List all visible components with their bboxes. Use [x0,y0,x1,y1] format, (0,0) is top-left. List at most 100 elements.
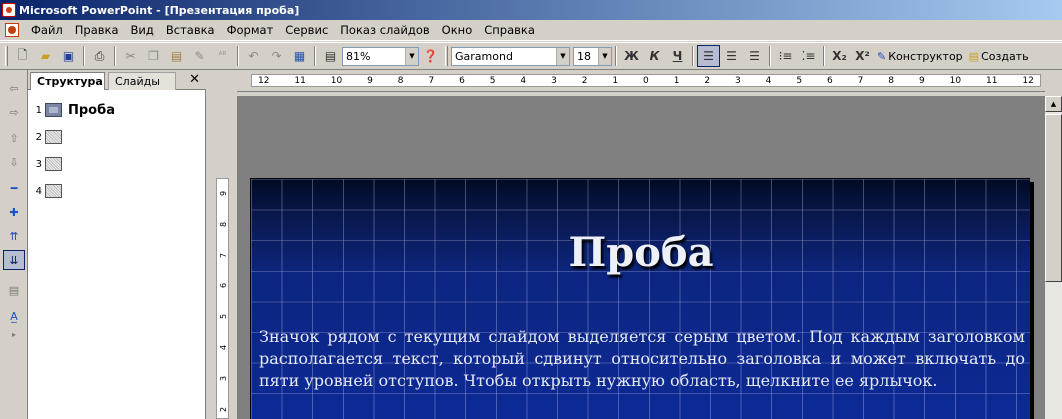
open-icon[interactable]: ▰ [34,45,57,67]
slide-title[interactable]: Проба [68,103,115,118]
scroll-thumb[interactable] [1045,114,1062,282]
slide-number: 1 [35,104,42,116]
table-icon[interactable]: ▦ [288,45,311,67]
scroll-up-icon[interactable]: ▲ [1045,96,1062,112]
toolbar-grip[interactable] [5,46,8,66]
outline-slide-1[interactable]: 1 Проба [32,99,115,121]
slide-body-placeholder[interactable]: Значок рядом с текущим слайдом выделяетс… [259,326,1025,392]
paste-icon[interactable]: ▤ [165,45,188,67]
outline-slide-2[interactable]: 2 [32,126,68,148]
italic-button[interactable]: К [643,45,666,67]
move-down-icon[interactable]: ⇩ [3,152,25,172]
slide-icon[interactable] [45,103,62,117]
powerpoint-app-icon[interactable] [2,3,16,17]
close-icon[interactable]: ✕ [189,72,200,87]
ruler-scale: 9 8 7 6 5 4 3 2 [216,178,229,419]
menu-tools[interactable]: Сервис [279,21,334,40]
help-icon[interactable]: ❓ [419,45,442,67]
bulleted-list-icon[interactable]: ⁚≡ [797,45,820,67]
powerpoint-window: Microsoft PowerPoint - [Презентация проб… [0,0,1062,419]
underline-button[interactable]: Ч [666,45,689,67]
format-painter-icon[interactable]: ✎ [188,45,211,67]
spelling-icon[interactable]: ᴬᴮ [211,45,234,67]
numbered-list-icon[interactable]: ⁝≡ [774,45,797,67]
menu-format[interactable]: Формат [221,21,280,40]
menu-window[interactable]: Окно [436,21,479,40]
font-size-value: 18 [577,49,591,63]
designer-icon: ✎ [877,49,887,63]
chevron-down-icon[interactable]: ▼ [405,47,418,65]
ruler-number: 7 [857,75,864,86]
menu-view[interactable]: Вид [125,21,160,40]
slide-icon[interactable] [45,184,62,198]
redo-icon[interactable]: ↷ [265,45,288,67]
new-icon[interactable]: 🗋 [11,45,34,67]
demote-icon[interactable]: ⇨ [3,102,25,122]
ruler-number: 4 [765,75,772,86]
toolbar-separator [237,46,239,66]
vertical-ruler[interactable]: 9 8 7 6 5 4 3 2 [212,178,232,419]
font-size-select[interactable]: 18 ▼ [573,46,612,66]
ruler-number: 6 [459,75,465,86]
slide-editing-area[interactable]: Проба Значок рядом с текущим слайдом выд… [237,96,1045,419]
tab-structure[interactable]: Структура [30,72,105,90]
menu-slideshow[interactable]: Показ слайдов [334,21,435,40]
title-bar: Microsoft PowerPoint - [Презентация проб… [0,0,1062,20]
menu-insert[interactable]: Вставка [160,21,221,40]
outline-slide-3[interactable]: 3 [32,153,68,175]
bold-button[interactable]: Ж [620,45,643,67]
copy-icon[interactable]: ❐ [142,45,165,67]
show-formatting-icon[interactable]: A̲ [3,306,25,326]
expand-all-icon[interactable]: ⇊ [3,250,25,270]
promote-icon[interactable]: ⇦ [3,78,25,98]
ruler-number: 1 [673,75,680,86]
undo-icon[interactable]: ↶ [242,45,265,67]
ruler-number: 9 [918,75,925,86]
superscript-button[interactable]: X² [851,45,874,67]
slide-title-placeholder[interactable]: Проба [251,229,1031,276]
slide-number: 3 [35,158,42,170]
align-right-icon[interactable]: ☰ [743,45,766,67]
slide-icon[interactable] [45,130,62,144]
vertical-scrollbar[interactable]: ▲ [1045,96,1062,419]
document-icon[interactable] [5,23,19,37]
designer-button[interactable]: ✎ Конструктор [874,50,966,63]
slide-number: 2 [35,131,42,143]
save-icon[interactable]: ▣ [57,45,80,67]
outline-slide-4[interactable]: 4 [32,180,68,202]
font-select[interactable]: Garamond ▼ [451,46,570,66]
collapse-icon[interactable]: ━ [3,178,25,198]
ruler-number: 10 [330,75,343,86]
slide-icon[interactable] [45,157,62,171]
toolbar-options-icon[interactable]: ▸ [3,328,25,340]
summary-slide-icon[interactable]: ▤ [3,280,25,300]
horizontal-ruler[interactable]: 12 11 10 9 8 7 6 5 4 3 2 1 0 1 2 3 4 5 6 7 8 9 10 11 12 [237,70,1045,92]
chevron-down-icon[interactable]: ▼ [556,47,569,65]
subscript-button[interactable]: X₂ [828,45,851,67]
ruler-number: 5 [796,75,803,86]
align-center-icon[interactable]: ☰ [720,45,743,67]
expand-icon[interactable]: ✚ [3,202,25,222]
zoom-value: 81% [346,49,371,63]
show-formatting-icon[interactable]: ▤ [319,45,342,67]
align-left-icon[interactable]: ☰ [697,45,720,67]
cut-icon[interactable]: ✂ [119,45,142,67]
toolbar-grip[interactable] [445,46,448,66]
move-up-icon[interactable]: ⇧ [3,128,25,148]
menu-edit[interactable]: Правка [69,21,125,40]
zoom-select[interactable]: 81% ▼ [342,46,419,66]
print-icon[interactable]: ⎙ [88,45,111,67]
new-slide-button[interactable]: ▤ Создать [966,50,1032,63]
collapse-all-icon[interactable]: ⇈ [3,226,25,246]
font-value: Garamond [455,49,513,63]
ruler-number: 2 [704,75,711,86]
chevron-down-icon[interactable]: ▼ [598,47,611,65]
outlining-toolbar: ⇦ ⇨ ⇧ ⇩ ━ ✚ ⇈ ⇊ ▤ A̲ ▸ [0,70,28,419]
menu-help[interactable]: Справка [478,21,541,40]
ruler-number: 0 [643,75,649,86]
slide-canvas[interactable]: Проба Значок рядом с текущим слайдом выд… [250,178,1030,419]
menu-file[interactable]: Файл [25,21,69,40]
tab-slides[interactable]: Слайды [108,72,176,90]
ruler-number: 4 [219,344,228,351]
toolbar-separator [823,46,825,66]
